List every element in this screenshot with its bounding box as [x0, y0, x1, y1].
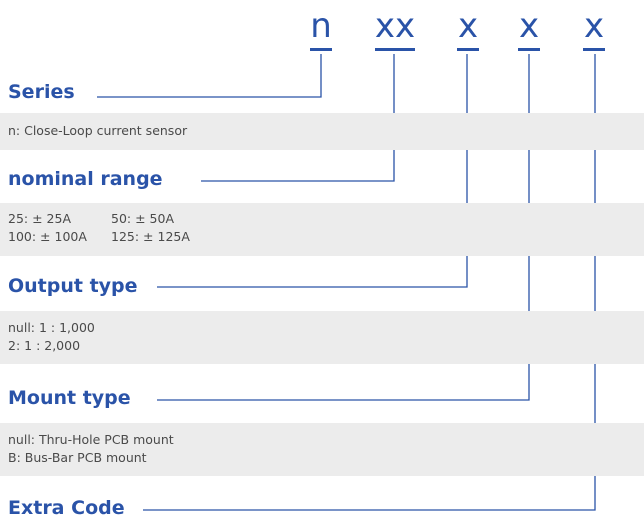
- series-line-1: n: Close-Loop current sensor: [8, 123, 188, 138]
- range-25: 25: ± 25A: [8, 211, 71, 226]
- section-title-mount-type: Mount type: [8, 387, 131, 409]
- output-line-1: null: 1 : 1,000: [8, 320, 95, 335]
- mount-line-2: B: Bus-Bar PCB mount: [8, 450, 147, 465]
- range-row-1: 25: ± 25A 50: ± 50A: [8, 210, 308, 228]
- section-title-series: Series: [8, 81, 75, 103]
- connector-series: [97, 54, 322, 98]
- band-nominal-range: 25: ± 25A 50: ± 50A 100: ± 100A 125: ± 1…: [0, 203, 644, 256]
- range-row-2: 100: ± 100A 125: ± 125A: [8, 228, 308, 246]
- mount-line-1: null: Thru-Hole PCB mount: [8, 432, 174, 447]
- band-output-type: null: 1 : 1,000 2: 1 : 2,000: [0, 311, 644, 364]
- section-title-output-type: Output type: [8, 275, 138, 297]
- range-125: 125: ± 125A: [111, 229, 190, 244]
- section-title-extra-code: Extra Code: [8, 497, 125, 519]
- section-title-nominal-range: nominal range: [8, 168, 163, 190]
- band-series: n: Close-Loop current sensor: [0, 113, 644, 150]
- output-line-2: 2: 1 : 2,000: [8, 338, 81, 353]
- range-100: 100: ± 100A: [8, 229, 87, 244]
- band-mount-type: null: Thru-Hole PCB mount B: Bus-Bar PCB…: [0, 423, 644, 476]
- range-50: 50: ± 50A: [111, 211, 174, 226]
